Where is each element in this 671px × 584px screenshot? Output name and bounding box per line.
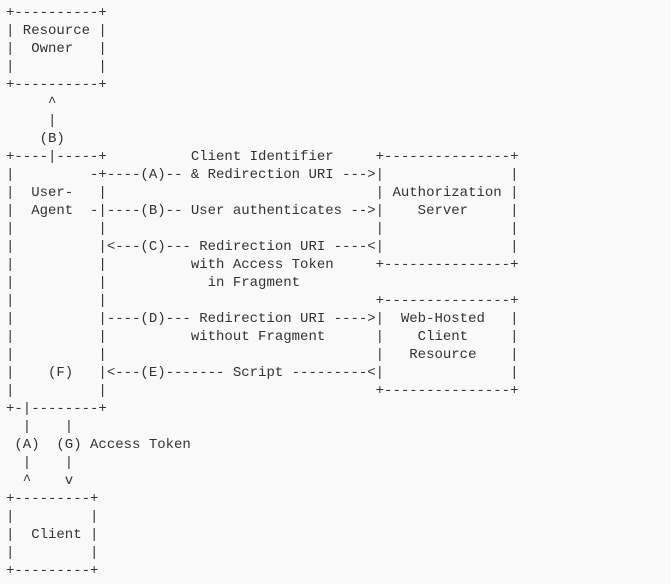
- oauth-implicit-flow-diagram: +----------+ | Resource | | Owner | | | …: [0, 0, 671, 584]
